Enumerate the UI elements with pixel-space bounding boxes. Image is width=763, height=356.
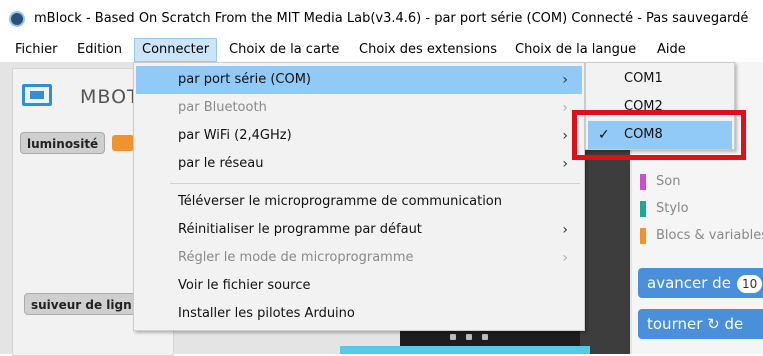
title-bar: mBlock - Based On Scratch From the MIT M…	[0, 0, 763, 38]
menu-fichier[interactable]: Fichier	[8, 38, 65, 62]
robot-pin	[466, 334, 472, 340]
category-color-bar	[640, 228, 646, 244]
submenu-arrow-icon: ›	[562, 156, 568, 172]
menu-item-label: Régler le mode de microprogramme	[178, 250, 414, 265]
forward-block[interactable]: avancer de 10	[638, 268, 763, 298]
menu-edition[interactable]: Edition	[70, 38, 129, 62]
annotation-highlight-box	[572, 110, 746, 160]
port-label: COM1	[624, 71, 663, 86]
turn-block[interactable]: tourner ↻ de	[638, 309, 763, 339]
mbot-device-icon	[22, 84, 52, 106]
luminosite-port-selector[interactable]	[112, 135, 134, 151]
menu-choix-carte[interactable]: Choix de la carte	[222, 38, 346, 62]
robot-base	[340, 346, 590, 354]
menu-item-label: par Bluetooth	[178, 100, 267, 115]
turn-label: tourner	[647, 315, 703, 333]
menu-item-view-source[interactable]: Voir le fichier source	[136, 272, 582, 300]
category-label: Blocs & variables	[656, 228, 763, 243]
menu-item-reset-default-program[interactable]: Réinitialiser le programme par défaut ›	[136, 216, 582, 244]
connecter-dropdown-menu: par port série (COM) › par Bluetooth › p…	[133, 62, 585, 331]
device-label: MBOT	[80, 86, 140, 108]
menu-choix-langue[interactable]: Choix de la langue	[508, 38, 643, 62]
robot-pin	[450, 334, 456, 340]
menu-item-install-arduino-drivers[interactable]: Installer les pilotes Arduino	[136, 300, 582, 328]
menu-item-firmware-mode[interactable]: Régler le mode de microprogramme ›	[136, 244, 582, 272]
forward-label: avancer de	[647, 274, 731, 292]
menu-item-label: par port série (COM)	[178, 72, 312, 87]
robot-pin	[482, 334, 488, 340]
menu-item-label: Téléverser le microprogramme de communic…	[178, 194, 503, 209]
port-item-com1[interactable]: COM1	[588, 65, 732, 93]
rotate-clockwise-icon: ↻	[707, 315, 720, 333]
submenu-arrow-icon: ›	[562, 100, 568, 116]
luminosite-block[interactable]: luminosité	[20, 132, 106, 154]
menu-item-label: Installer les pilotes Arduino	[178, 306, 355, 321]
submenu-arrow-icon: ›	[562, 128, 568, 144]
mblock-app-icon	[9, 11, 25, 27]
submenu-arrow-icon: ›	[562, 250, 568, 266]
menu-choix-extensions[interactable]: Choix des extensions	[352, 38, 504, 62]
menu-item-wifi[interactable]: par WiFi (2,4GHz) ›	[136, 122, 582, 150]
turn-suffix: de	[724, 315, 744, 333]
menu-item-label: par le réseau	[178, 156, 264, 171]
category-color-bar	[640, 174, 646, 190]
menu-aide[interactable]: Aide	[650, 38, 693, 62]
forward-value-input[interactable]: 10	[736, 274, 763, 293]
menu-item-label: par WiFi (2,4GHz)	[178, 128, 292, 143]
menu-item-network[interactable]: par le réseau ›	[136, 150, 582, 178]
submenu-arrow-icon: ›	[562, 72, 568, 88]
window-title: mBlock - Based On Scratch From the MIT M…	[34, 11, 749, 26]
category-label: Son	[656, 174, 681, 189]
menu-bar: Fichier Edition Connecter Choix de la ca…	[0, 38, 763, 62]
menu-connecter[interactable]: Connecter	[134, 38, 218, 62]
menu-item-serial-port[interactable]: par port série (COM) ›	[136, 66, 582, 94]
menu-item-bluetooth[interactable]: par Bluetooth ›	[136, 94, 582, 122]
menu-item-label: Réinitialiser le programme par défaut	[178, 222, 422, 237]
line-follower-block[interactable]: suiveur de lign	[24, 293, 139, 315]
menu-item-upload-firmware[interactable]: Téléverser le microprogramme de communic…	[136, 188, 582, 216]
category-color-bar	[640, 201, 646, 217]
menu-separator	[170, 183, 580, 184]
submenu-arrow-icon: ›	[562, 222, 568, 238]
category-label: Stylo	[656, 201, 689, 216]
menu-item-label: Voir le fichier source	[178, 278, 311, 293]
